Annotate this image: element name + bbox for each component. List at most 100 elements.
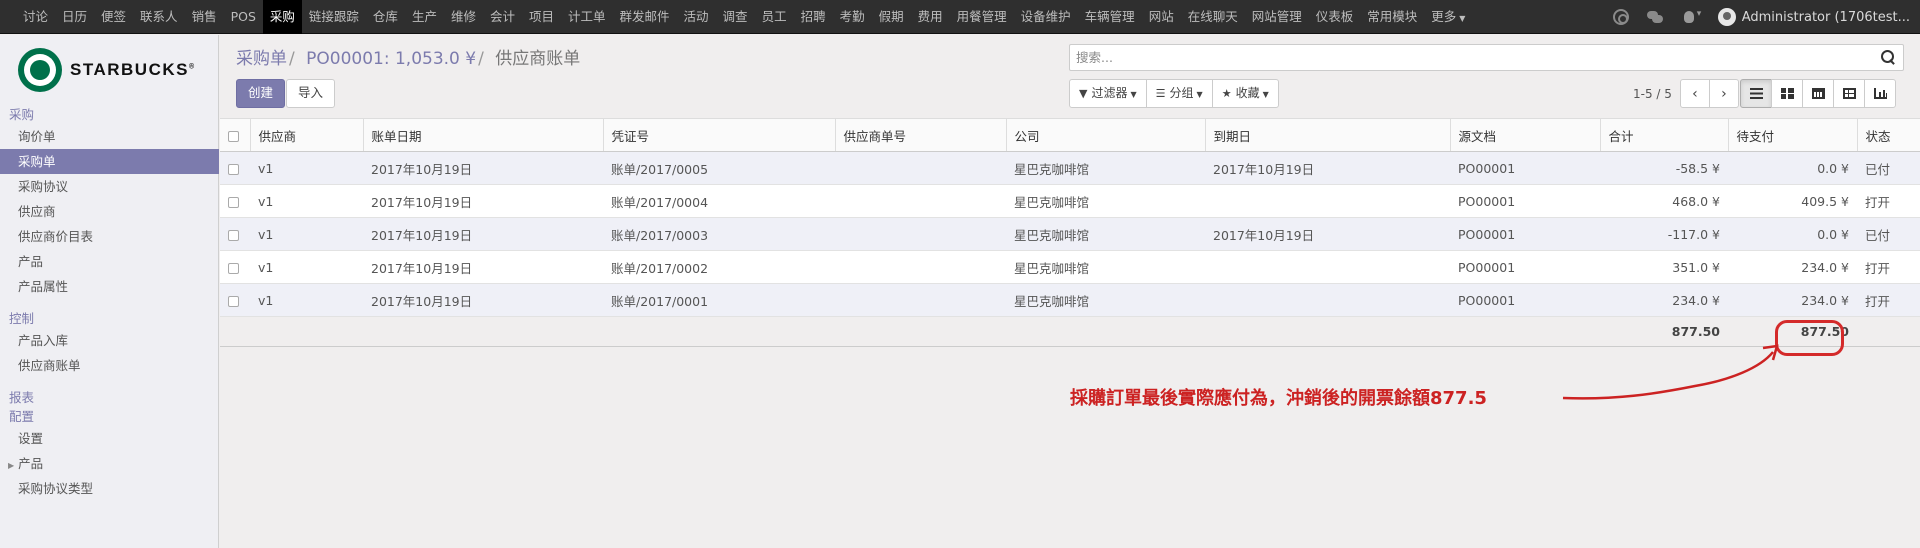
pivot-view-button[interactable] <box>1833 79 1865 108</box>
favorites-button[interactable]: ★ 收藏 ▼ <box>1211 79 1279 108</box>
top-menu-item[interactable]: 网站管理 <box>1245 0 1309 34</box>
pager-value[interactable]: 1-5 / 5 <box>1633 87 1672 101</box>
column-header[interactable]: 源文档 <box>1450 118 1601 152</box>
top-menu-item[interactable]: 销售 <box>185 0 224 34</box>
top-menu-item[interactable]: 群发邮件 <box>613 0 677 34</box>
column-header[interactable]: 公司 <box>1006 118 1206 152</box>
sidebar-item[interactable]: 产品 <box>0 249 219 274</box>
row-checkbox[interactable] <box>220 151 250 185</box>
top-menu-item[interactable]: 维修 <box>444 0 483 34</box>
top-menu-item[interactable]: 假期 <box>872 0 911 34</box>
pager-next-button[interactable]: › <box>1708 79 1739 108</box>
search-icon[interactable] <box>1881 50 1895 64</box>
top-menu-item[interactable]: 计工单 <box>561 0 613 34</box>
sidebar-item[interactable]: 采购单 <box>0 149 219 174</box>
chevron-left-icon: ‹ <box>1692 85 1698 102</box>
column-header[interactable]: 待支付 <box>1728 118 1858 152</box>
sidebar-item[interactable]: 设置 <box>0 426 219 451</box>
list-view-button[interactable] <box>1740 79 1772 108</box>
cell-origin: PO00001 <box>1450 151 1600 185</box>
top-menu-item[interactable]: 调查 <box>716 0 755 34</box>
sidebar-item-label: 产品 <box>18 456 44 471</box>
column-header[interactable]: 账单日期 <box>363 118 604 152</box>
top-menu-item[interactable]: 采购 <box>262 0 302 34</box>
sidebar-item[interactable]: ▶ 产品 <box>0 451 219 476</box>
sidebar-item[interactable]: 产品属性 <box>0 274 219 299</box>
graph-view-button[interactable] <box>1864 79 1896 108</box>
column-header[interactable]: 到期日 <box>1205 118 1451 152</box>
select-all-checkbox[interactable] <box>220 118 251 152</box>
column-header[interactable]: 凭证号 <box>603 118 836 152</box>
top-menu-item[interactable]: POS <box>224 0 263 34</box>
top-menu-item[interactable]: 活动 <box>677 0 716 34</box>
table-row[interactable]: v1 2017年10月19日 账单/2017/0001 星巴克咖啡馆 PO00001 23… <box>220 283 1920 317</box>
create-button[interactable]: 创建 <box>236 79 286 108</box>
top-menu-item[interactable]: 项目 <box>522 0 561 34</box>
row-checkbox[interactable] <box>220 283 250 317</box>
filter-button[interactable]: ▼ 过滤器 ▼ <box>1069 79 1147 108</box>
sidebar-item[interactable]: 供应商 <box>0 199 219 224</box>
cell-date: 2017年10月19日 <box>363 184 603 218</box>
top-menu-item[interactable]: 车辆管理 <box>1078 0 1142 34</box>
sidebar-section-config[interactable]: 配置 <box>0 407 219 426</box>
top-menu-item[interactable]: 生产 <box>405 0 444 34</box>
sidebar-item[interactable]: 采购协议 <box>0 174 219 199</box>
top-menu-item[interactable]: 在线聊天 <box>1181 0 1245 34</box>
top-menu-item[interactable]: 讨论 <box>16 0 55 34</box>
sidebar-item[interactable]: 产品入库 <box>0 328 219 353</box>
kanban-view-button[interactable] <box>1771 79 1803 108</box>
row-checkbox[interactable] <box>220 184 250 218</box>
debug-icon[interactable] <box>1681 9 1701 25</box>
sidebar-item[interactable]: 供应商账单 <box>0 353 219 378</box>
sidebar-item[interactable]: 采购协议类型 <box>0 476 219 501</box>
table-row[interactable]: v1 2017年10月19日 账单/2017/0002 星巴克咖啡馆 PO00001 35… <box>220 250 1920 284</box>
top-menu-item[interactable]: 网站 <box>1142 0 1181 34</box>
search-input[interactable] <box>1070 45 1850 70</box>
top-menu-item[interactable]: 考勤 <box>833 0 872 34</box>
sidebar-section-report[interactable]: 报表 <box>0 388 219 407</box>
table-row[interactable]: v1 2017年10月19日 账单/2017/0004 星巴克咖啡馆 PO00001 46… <box>220 184 1920 218</box>
column-header[interactable]: 供应商 <box>250 118 364 152</box>
messages-icon[interactable] <box>1646 9 1663 25</box>
top-menu-item[interactable]: 用餐管理 <box>950 0 1014 34</box>
import-button[interactable]: 导入 <box>286 79 336 108</box>
table-row[interactable]: v1 2017年10月19日 账单/2017/0005 星巴克咖啡馆 2017年10月1… <box>220 151 1920 185</box>
sidebar-item[interactable]: 询价单 <box>0 124 219 149</box>
top-menu-item[interactable]: 日历 <box>55 0 94 34</box>
cell-ref <box>835 283 1006 317</box>
table-row[interactable]: v1 2017年10月19日 账单/2017/0003 星巴克咖啡馆 2017年10月1… <box>220 217 1920 251</box>
top-menu-item[interactable]: 费用 <box>911 0 950 34</box>
cell-ref <box>835 217 1006 251</box>
top-menu-item[interactable]: 仪表板 <box>1309 0 1361 34</box>
column-header[interactable]: 状态 <box>1857 118 1920 152</box>
group-by-button[interactable]: ☰ 分组 ▼ <box>1145 79 1213 108</box>
column-header[interactable]: 供应商单号 <box>835 118 1007 152</box>
top-menu-item[interactable]: 便签 <box>94 0 133 34</box>
row-checkbox[interactable] <box>220 250 250 284</box>
breadcrumb-po[interactable]: PO00001: 1,053.0 ¥ <box>306 49 476 69</box>
top-menu-item[interactable]: 仓库 <box>366 0 405 34</box>
top-menu-item[interactable]: 招聘 <box>794 0 833 34</box>
column-header[interactable]: 合计 <box>1600 118 1729 152</box>
top-menu-item[interactable]: 设备维护 <box>1014 0 1078 34</box>
cell-total: -58.5 ¥ <box>1600 151 1728 185</box>
pager-previous-button[interactable]: ‹ <box>1679 79 1710 108</box>
top-menu-item[interactable]: 会计 <box>483 0 522 34</box>
user-menu[interactable]: Administrator (1706test... <box>1717 8 1910 26</box>
sidebar-section-purchase[interactable]: 采购 <box>0 105 219 124</box>
calendar-view-button[interactable] <box>1802 79 1834 108</box>
row-checkbox[interactable] <box>220 217 250 251</box>
sidebar-item-label: 产品入库 <box>18 333 69 348</box>
breadcrumb-purchase-orders[interactable]: 采购单 <box>236 49 287 69</box>
top-menu-item[interactable]: 链接跟踪 <box>302 0 366 34</box>
sidebar-section-control[interactable]: 控制 <box>0 309 219 328</box>
mention-icon[interactable] <box>1612 9 1629 25</box>
footer-cell <box>1006 316 1205 347</box>
sidebar-item[interactable]: 供应商价目表 <box>0 224 219 249</box>
top-menu-item[interactable]: 常用模块 <box>1360 0 1424 34</box>
cell-residual: 0.0 ¥ <box>1728 151 1857 185</box>
top-menu-item[interactable]: 更多 ▼ <box>1424 0 1472 34</box>
top-right-tools: Administrator (1706test... <box>1604 0 1910 34</box>
top-menu-item[interactable]: 员工 <box>755 0 794 34</box>
top-menu-item[interactable]: 联系人 <box>133 0 185 34</box>
